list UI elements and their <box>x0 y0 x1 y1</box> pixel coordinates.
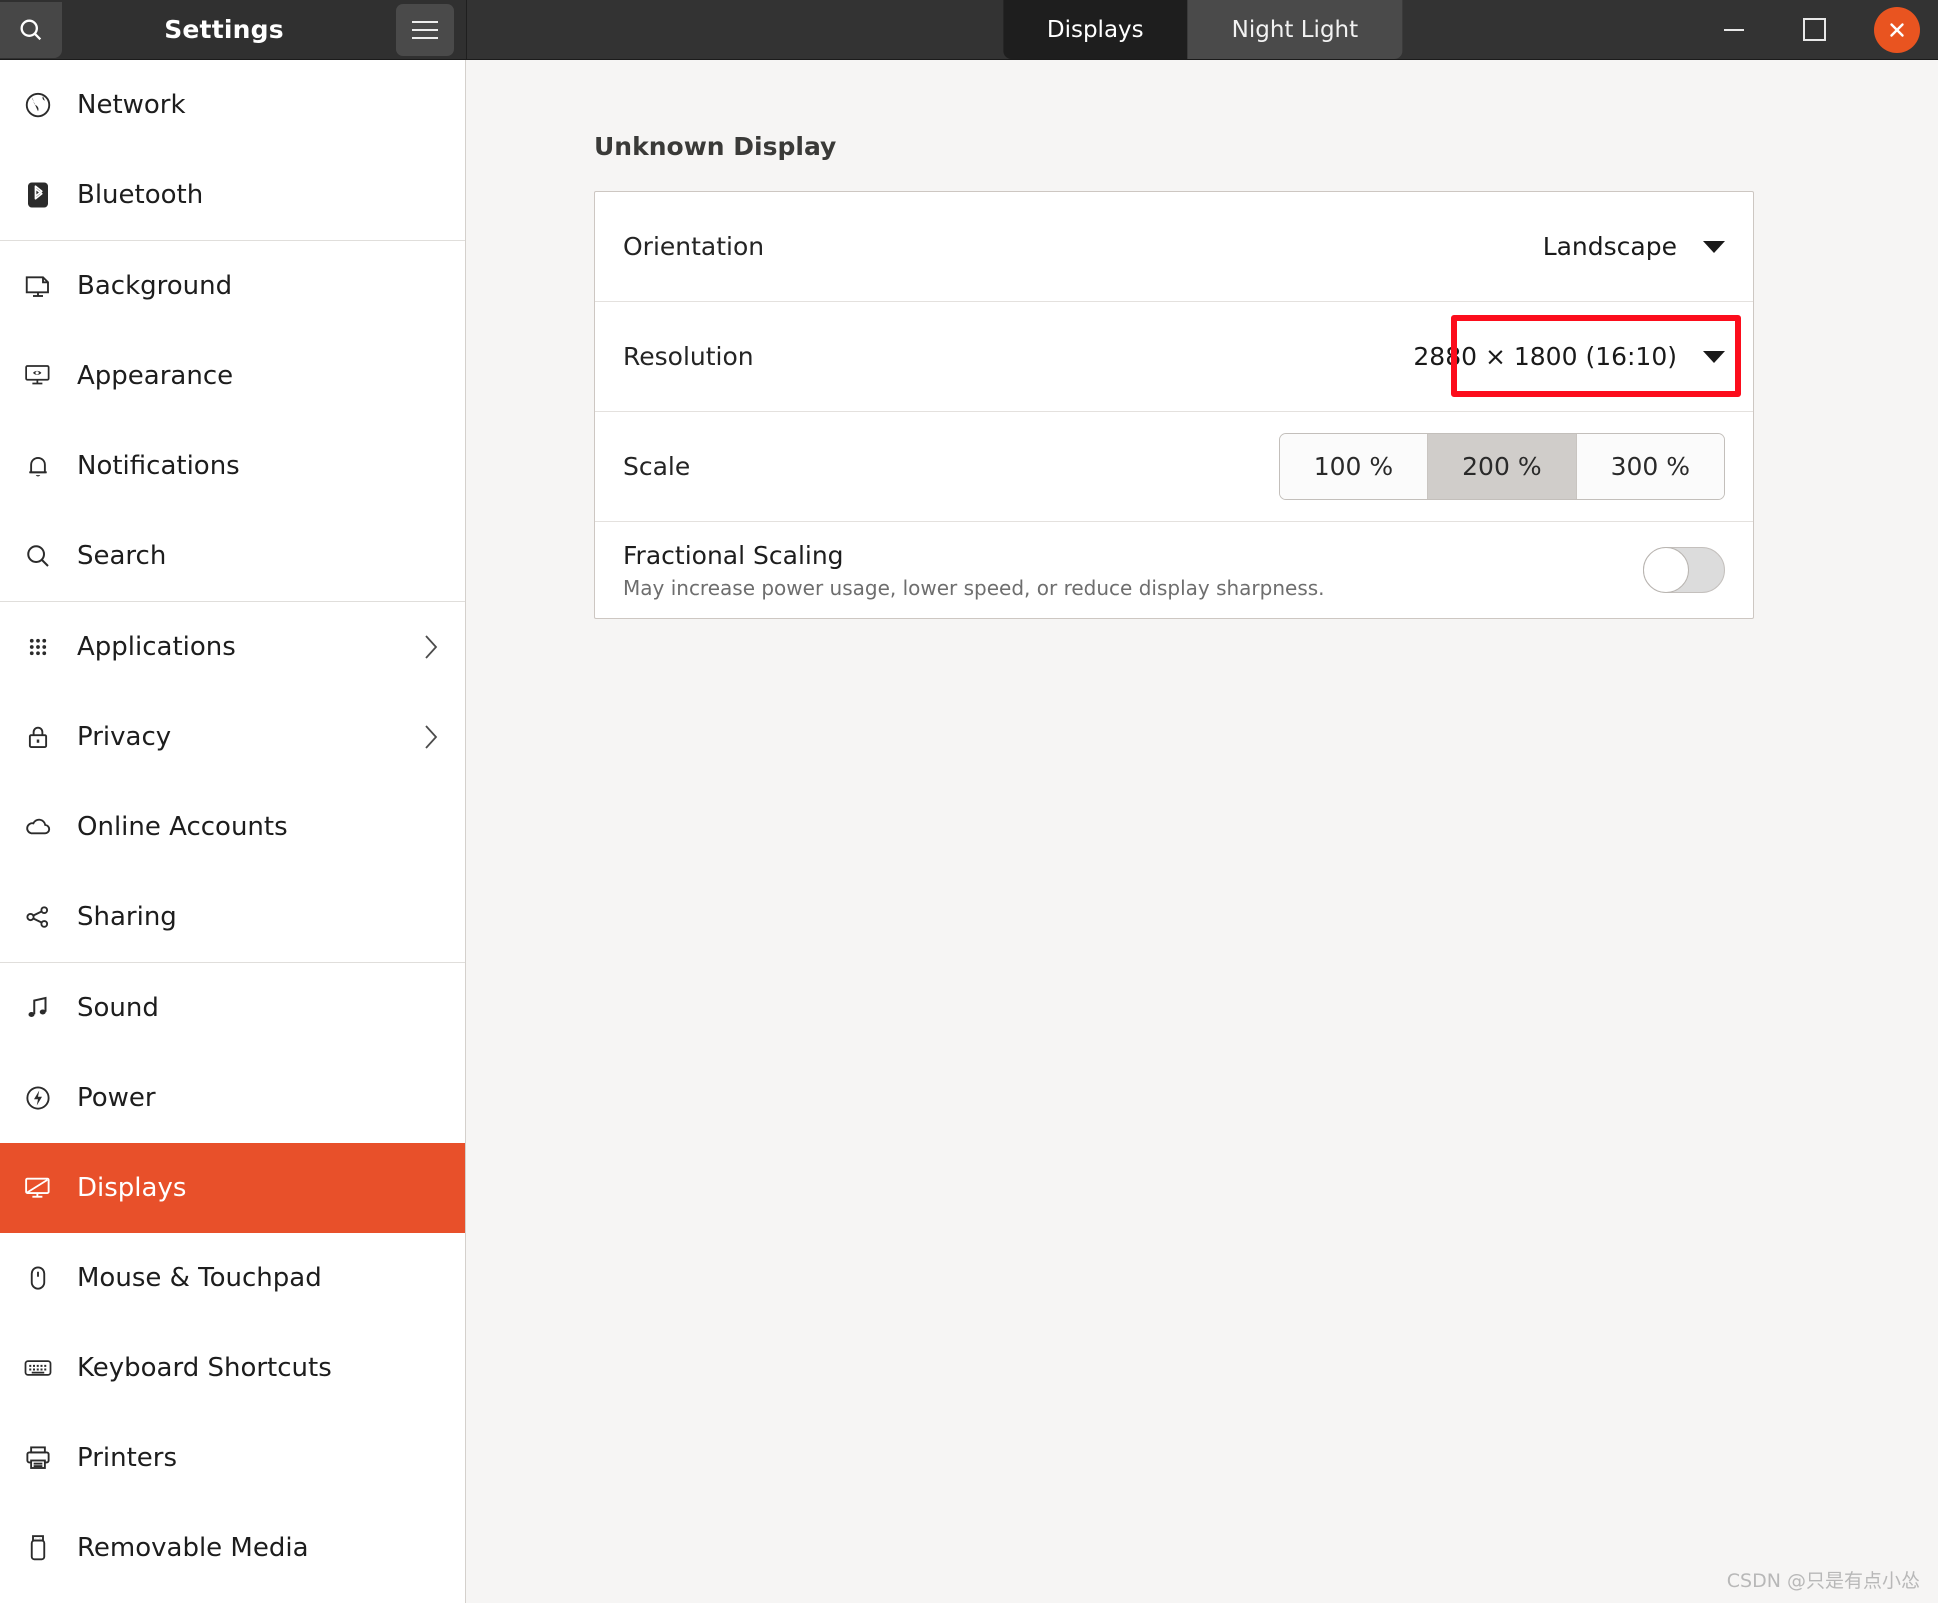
resolution-value: 2880 × 1800 (16:10) <box>1413 342 1677 371</box>
sidebar-item-label: Mouse & Touchpad <box>77 1263 322 1293</box>
bluetooth-icon <box>12 180 64 210</box>
printer-icon <box>12 1443 64 1473</box>
main-panel: Unknown Display Orientation Landscape Re… <box>466 60 1938 1603</box>
grid-dots-icon <box>12 632 64 662</box>
scale-label: Scale <box>623 452 691 481</box>
close-icon[interactable] <box>1874 6 1920 53</box>
fractional-scaling-description: May increase power usage, lower speed, o… <box>623 575 1325 600</box>
scale-option-100[interactable]: 100 % <box>1279 434 1429 499</box>
sidebar-item-label: Bluetooth <box>77 180 204 210</box>
sidebar-item-appearance[interactable]: Appearance <box>0 331 465 421</box>
keyboard-icon <box>12 1353 64 1383</box>
hamburger-menu-icon-line-1 <box>412 20 438 23</box>
sidebar-item-sound[interactable]: Sound <box>0 963 465 1053</box>
hamburger-menu-icon-line-3 <box>412 36 438 39</box>
sidebar-item-label: Notifications <box>77 451 240 481</box>
titlebar-right-section: Displays Night Light <box>466 0 1938 59</box>
display-settings-card: Orientation Landscape Resolution 2880 × … <box>594 191 1754 619</box>
sidebar-item-label: Network <box>77 90 186 120</box>
titlebar-left-section: Settings <box>0 0 466 59</box>
watermark-text: CSDN @只是有点小怂 <box>1726 1570 1920 1592</box>
sidebar-item-label: Online Accounts <box>77 812 288 842</box>
page-title: Unknown Display <box>594 132 837 161</box>
sidebar-item-online-accounts[interactable]: Online Accounts <box>0 782 465 872</box>
toggle-knob <box>1643 547 1689 593</box>
view-tabs: Displays Night Light <box>1002 0 1403 59</box>
sidebar-item-label: Displays <box>77 1173 187 1203</box>
hamburger-menu-icon-line-2 <box>412 28 438 31</box>
chevron-down-icon <box>1703 240 1725 253</box>
scale-row: Scale 100 % 200 % 300 % <box>595 412 1753 522</box>
music-note-icon <box>12 993 64 1023</box>
maximize-icon[interactable] <box>1794 10 1834 50</box>
sidebar-item-search[interactable]: Search <box>0 511 465 601</box>
tab-displays[interactable]: Displays <box>1002 0 1188 59</box>
chevron-right-icon <box>421 631 441 663</box>
settings-window: Settings Displays Night Light Network Bl… <box>0 0 1938 1603</box>
titlebar: Settings Displays Night Light <box>0 0 1938 60</box>
power-bolt-icon <box>12 1083 64 1113</box>
sidebar-item-label: Background <box>77 271 233 301</box>
window-body: Network Bluetooth Background Appearance … <box>0 60 1938 1603</box>
sidebar-item-label: Printers <box>77 1443 178 1473</box>
sidebar-item-label: Search <box>77 541 167 571</box>
sidebar-item-privacy[interactable]: Privacy <box>0 692 465 782</box>
sidebar-item-applications[interactable]: Applications <box>0 602 465 692</box>
settings-sidebar: Network Bluetooth Background Appearance … <box>0 60 466 1603</box>
window-controls <box>1714 0 1920 59</box>
sidebar-item-label: Removable Media <box>77 1533 309 1563</box>
mouse-icon <box>12 1263 64 1293</box>
scale-segmented-control: 100 % 200 % 300 % <box>1278 433 1725 500</box>
sidebar-item-mouse-touchpad[interactable]: Mouse & Touchpad <box>0 1233 465 1323</box>
monitor-icon <box>12 271 64 301</box>
fractional-scaling-label: Fractional Scaling <box>623 540 844 570</box>
sidebar-item-label: Sound <box>77 993 159 1023</box>
sidebar-item-notifications[interactable]: Notifications <box>0 421 465 511</box>
sidebar-item-printers[interactable]: Printers <box>0 1413 465 1503</box>
orientation-row: Orientation Landscape <box>595 192 1753 302</box>
sidebar-item-network[interactable]: Network <box>0 60 465 150</box>
bell-icon <box>12 451 64 481</box>
resolution-label: Resolution <box>623 342 754 371</box>
orientation-dropdown[interactable]: Landscape <box>1543 232 1725 261</box>
search-icon <box>12 541 64 571</box>
sidebar-item-sharing[interactable]: Sharing <box>0 872 465 962</box>
appearance-icon <box>12 361 64 391</box>
sidebar-item-bluetooth[interactable]: Bluetooth <box>0 150 465 240</box>
tab-night-light[interactable]: Night Light <box>1187 0 1403 59</box>
sidebar-item-label: Keyboard Shortcuts <box>77 1353 332 1383</box>
globe-icon <box>12 90 64 120</box>
sidebar-item-background[interactable]: Background <box>0 241 465 331</box>
display-icon <box>12 1173 64 1203</box>
resolution-row: Resolution 2880 × 1800 (16:10) <box>595 302 1753 412</box>
scale-option-300[interactable]: 300 % <box>1576 434 1724 499</box>
sidebar-item-label: Power <box>77 1083 156 1113</box>
sidebar-item-label: Sharing <box>77 902 177 932</box>
sidebar-item-label: Privacy <box>77 722 172 752</box>
chevron-right-icon <box>421 721 441 753</box>
usb-drive-icon <box>12 1533 64 1563</box>
sidebar-item-removable-media[interactable]: Removable Media <box>0 1503 465 1593</box>
sidebar-item-label: Applications <box>77 632 236 662</box>
cloud-icon <box>12 812 64 842</box>
minimize-icon[interactable] <box>1714 10 1754 50</box>
orientation-value: Landscape <box>1542 232 1677 261</box>
sidebar-item-keyboard-shortcuts[interactable]: Keyboard Shortcuts <box>0 1323 465 1413</box>
sidebar-item-label: Appearance <box>77 361 234 391</box>
sidebar-item-power[interactable]: Power <box>0 1053 465 1143</box>
fractional-scaling-toggle[interactable] <box>1643 547 1725 593</box>
orientation-label: Orientation <box>623 232 765 261</box>
sidebar-item-displays[interactable]: Displays <box>0 1143 465 1233</box>
hamburger-menu-button[interactable] <box>396 3 454 56</box>
scale-option-200[interactable]: 200 % <box>1428 434 1577 499</box>
chevron-down-icon <box>1703 350 1725 363</box>
share-nodes-icon <box>12 902 64 932</box>
fractional-scaling-row: Fractional Scaling May increase power us… <box>595 522 1753 618</box>
search-icon <box>17 16 45 44</box>
lock-icon <box>12 722 64 752</box>
resolution-dropdown[interactable]: 2880 × 1800 (16:10) <box>1413 342 1725 371</box>
app-title: Settings <box>164 15 284 44</box>
